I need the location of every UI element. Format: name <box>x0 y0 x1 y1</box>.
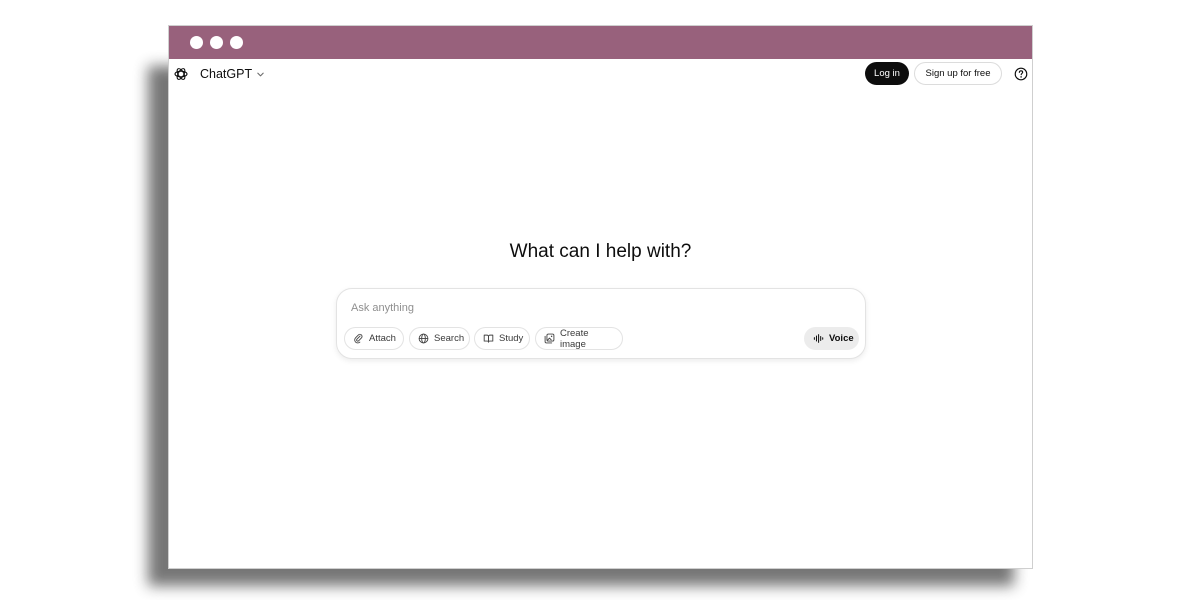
study-button[interactable]: Study <box>474 327 530 350</box>
create-image-label: Create image <box>560 327 589 350</box>
login-button[interactable]: Log in <box>865 62 909 85</box>
study-label: Study <box>499 333 524 344</box>
window-titlebar <box>169 26 1032 59</box>
model-name: ChatGPT <box>200 67 253 81</box>
window-maximize-button[interactable] <box>230 36 243 49</box>
help-icon[interactable] <box>1014 67 1028 81</box>
create-image-button[interactable]: Create image <box>535 327 623 350</box>
screenshot-stage: ChatGPT Log in Sign up for free What can… <box>0 0 1200 600</box>
attach-button[interactable]: Attach <box>344 327 404 350</box>
chevron-down-icon <box>257 72 264 77</box>
openai-logo-icon[interactable] <box>173 66 189 82</box>
globe-icon <box>418 333 429 344</box>
window-close-button[interactable] <box>190 36 203 49</box>
image-icon <box>544 333 555 344</box>
paperclip-icon <box>354 333 363 344</box>
attach-label: Attach <box>369 333 396 344</box>
voice-label: Voice <box>829 333 854 344</box>
page-title: What can I help with? <box>509 241 692 262</box>
search-button[interactable]: Search <box>409 327 470 350</box>
voice-button[interactable]: Voice <box>804 327 859 350</box>
voice-waveform-icon <box>813 334 824 343</box>
model-selector[interactable]: ChatGPT <box>200 66 265 82</box>
search-label: Search <box>434 333 465 344</box>
app-header: ChatGPT Log in Sign up for free <box>169 59 1032 89</box>
signup-button[interactable]: Sign up for free <box>914 62 1002 85</box>
window-minimize-button[interactable] <box>210 36 223 49</box>
browser-window: ChatGPT Log in Sign up for free What can… <box>168 25 1033 569</box>
prompt-input[interactable] <box>351 299 751 317</box>
prompt-composer: Attach Search Study <box>336 288 866 359</box>
book-icon <box>483 334 494 343</box>
